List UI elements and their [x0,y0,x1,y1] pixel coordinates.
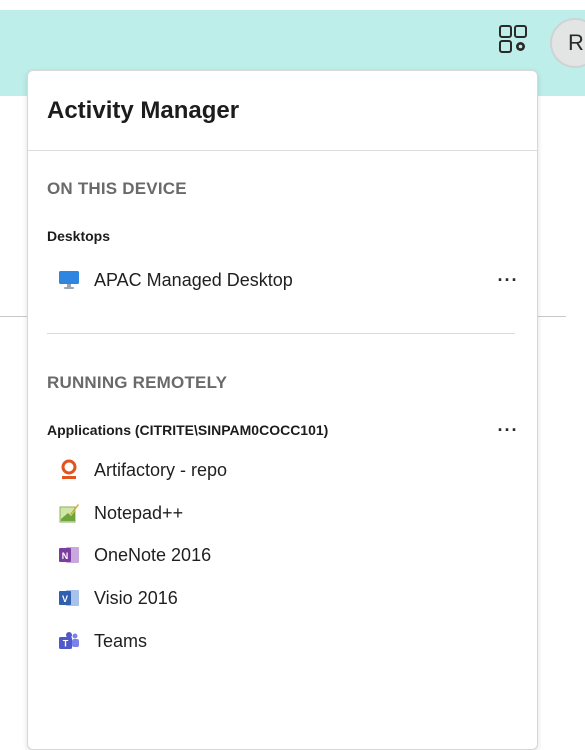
section-divider [47,333,515,334]
running-remotely-heading: RUNNING REMOTELY [47,373,228,392]
desktop-more-options-button[interactable]: ··· [495,270,521,290]
background-divider-right [536,316,566,317]
app-item-onenote[interactable]: N OneNote 2016 [58,544,211,566]
applications-more-options-button[interactable]: ··· [495,420,521,440]
visio-icon: V [58,587,80,609]
activity-manager-icon [499,25,527,53]
app-item-visio[interactable]: V Visio 2016 [58,587,178,609]
applications-group-label: Applications (CITRITE\SINPAM0COCC101) [47,422,329,438]
artifactory-icon [58,459,80,481]
panel-header: Activity Manager [28,71,537,151]
activity-manager-button[interactable] [496,22,530,56]
on-this-device-heading: ON THIS DEVICE [47,179,187,198]
teams-icon: T [58,630,80,652]
svg-text:N: N [62,551,69,561]
desktops-group-label: Desktops [47,228,111,244]
app-item-label: Artifactory - repo [94,459,228,480]
panel-title: Activity Manager [47,96,240,124]
desktop-item-label: APAC Managed Desktop [94,269,293,290]
app-item-artifactory[interactable]: Artifactory - repo [58,459,227,481]
onenote-icon: N [58,544,80,566]
app-item-notepad-plus-plus[interactable]: Notepad++ [58,502,183,524]
avatar-initial: R [568,30,584,55]
notepad-plus-plus-icon [58,502,80,524]
desktop-icon [58,269,80,291]
background-divider-left [0,316,30,317]
app-item-label: OneNote 2016 [94,544,212,565]
app-item-label: Teams [94,630,148,651]
svg-text:V: V [62,594,68,604]
app-item-teams[interactable]: T Teams [58,630,147,652]
app-item-label: Visio 2016 [94,587,178,608]
app-item-label: Notepad++ [94,502,184,523]
svg-text:T: T [63,639,69,649]
desktop-item-apac-managed-desktop[interactable]: APAC Managed Desktop [58,269,293,291]
activity-manager-panel: Activity Manager ON THIS DEVICE Desktops… [27,70,538,750]
